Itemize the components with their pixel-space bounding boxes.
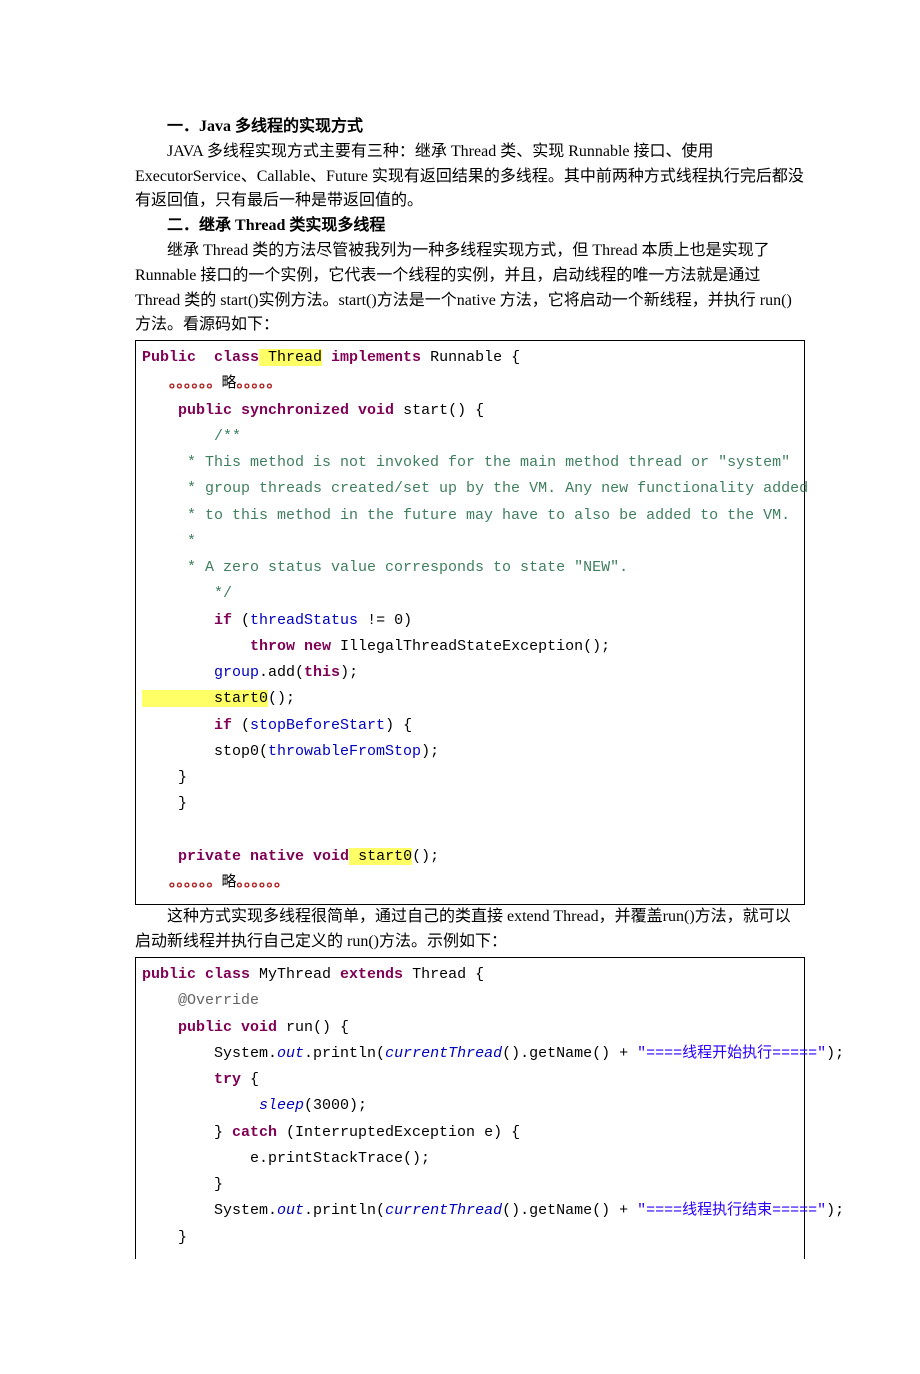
it-out2: out bbox=[277, 1202, 304, 1219]
txt-add: .add( bbox=[259, 664, 304, 681]
txt-runnable: Runnable { bbox=[421, 349, 520, 366]
kw-throw: throw bbox=[142, 638, 295, 655]
txt-println2: .println( bbox=[304, 1202, 385, 1219]
document-page: 一．Java 多线程的实现方式 JAVA 多线程实现方式主要有三种：继承 Thr… bbox=[0, 0, 920, 1374]
code-block-2: public class MyThread extends Thread { @… bbox=[135, 957, 805, 1259]
kw-void: void bbox=[349, 402, 394, 419]
txt-paren2: ( bbox=[232, 717, 250, 734]
txt-exception: IllegalThreadStateException(); bbox=[331, 638, 610, 655]
it-out1: out bbox=[277, 1045, 304, 1062]
txt-thread2: Thread { bbox=[403, 966, 484, 983]
it-cur1: currentThread bbox=[385, 1045, 502, 1062]
kw-try: try bbox=[142, 1071, 241, 1088]
it-sleep: sleep bbox=[142, 1097, 304, 1114]
txt-omit2: 略 bbox=[222, 874, 237, 891]
code-block-1: Public class Thread implements Runnable … bbox=[135, 340, 805, 905]
kw-sync: synchronized bbox=[232, 402, 349, 419]
cm-l5: * This method is not invoked for the mai… bbox=[142, 454, 790, 471]
kw-class2: class bbox=[196, 966, 250, 983]
err-dots4: 。。。。。。 bbox=[237, 874, 290, 891]
kw-if2: if bbox=[142, 717, 232, 734]
kw-this: this bbox=[304, 664, 340, 681]
txt-intexc: (InterruptedException e) { bbox=[277, 1124, 520, 1141]
heading-1: 一．Java 多线程的实现方式 bbox=[135, 115, 805, 140]
fld-threadstatus: threadStatus bbox=[250, 612, 358, 629]
kw-public4: public bbox=[142, 1019, 232, 1036]
kw-public3: public bbox=[142, 966, 196, 983]
kw-public: Public bbox=[142, 349, 196, 366]
txt-sys1: System. bbox=[142, 1045, 277, 1062]
kw-public2: public bbox=[142, 402, 232, 419]
fld-stopbefore: stopBeforeStart bbox=[250, 717, 385, 734]
txt-run: run() { bbox=[277, 1019, 349, 1036]
txt-paren1: ( bbox=[232, 612, 250, 629]
kw-extends: extends bbox=[340, 966, 403, 983]
hl-thread: Thread bbox=[259, 349, 322, 366]
cm-l7: * to this method in the future may have … bbox=[142, 507, 790, 524]
it-cur2: currentThread bbox=[385, 1202, 502, 1219]
kw-implements: implements bbox=[322, 349, 421, 366]
err-dots3: 。。。。。。 bbox=[142, 874, 222, 891]
txt-neq: != 0) bbox=[358, 612, 412, 629]
txt-println1: .println( bbox=[304, 1045, 385, 1062]
txt-getname2: ().getName() + bbox=[502, 1202, 637, 1219]
str-begin: "====线程开始执行=====" bbox=[637, 1045, 826, 1062]
txt-getname1: ().getName() + bbox=[502, 1045, 637, 1062]
str-end: "====线程执行结束=====" bbox=[637, 1202, 826, 1219]
txt-stack: e.printStackTrace(); bbox=[142, 1150, 430, 1167]
err-dots2: 。。。。。 bbox=[237, 375, 282, 392]
cm-l4: /** bbox=[142, 428, 241, 445]
txt-brace1: } bbox=[142, 769, 187, 786]
heading-2-latin: Thread bbox=[235, 217, 285, 234]
fld-group: group bbox=[142, 664, 259, 681]
heading-1-number: 一． bbox=[167, 118, 199, 135]
cm-l8: * bbox=[142, 533, 196, 550]
txt-call1: (); bbox=[268, 690, 295, 707]
kw-if1: if bbox=[142, 612, 232, 629]
txt-mythread: MyThread bbox=[250, 966, 340, 983]
txt-cp1: ); bbox=[340, 664, 358, 681]
kw-void2: void bbox=[304, 848, 349, 865]
heading-2-rest: 类实现多线程 bbox=[285, 217, 385, 234]
txt-brace5: } bbox=[142, 1176, 223, 1193]
kw-native: native bbox=[241, 848, 304, 865]
kw-catch: catch bbox=[232, 1124, 277, 1141]
txt-brace3: { bbox=[241, 1071, 259, 1088]
kw-void3: void bbox=[232, 1019, 277, 1036]
txt-omit1: 略 bbox=[222, 375, 237, 392]
cm-l9: * A zero status value corresponds to sta… bbox=[142, 559, 628, 576]
fld-throwable: throwableFromStop bbox=[268, 743, 421, 760]
heading-2-part1: 二．继承 bbox=[167, 217, 235, 234]
cm-l10: */ bbox=[142, 585, 232, 602]
heading-2: 二．继承 Thread 类实现多线程 bbox=[135, 214, 805, 239]
txt-cp3: ); bbox=[421, 743, 439, 760]
txt-brace2: } bbox=[142, 795, 187, 812]
txt-3000: (3000); bbox=[304, 1097, 367, 1114]
kw-class: class bbox=[196, 349, 259, 366]
txt-sys2: System. bbox=[142, 1202, 277, 1219]
heading-1-rest: 多线程的实现方式 bbox=[231, 118, 363, 135]
txt-stop0: stop0( bbox=[142, 743, 268, 760]
txt-end1: ); bbox=[826, 1045, 844, 1062]
txt-cp2: ) { bbox=[385, 717, 412, 734]
hl-start0b: start0 bbox=[349, 848, 412, 865]
paragraph-2: 继承 Thread 类的方法尽管被我列为一种多线程实现方式，但 Thread 本… bbox=[135, 239, 805, 338]
paragraph-3: 这种方式实现多线程很简单，通过自己的类直接 extend Thread，并覆盖r… bbox=[135, 905, 805, 955]
err-dots1: 。。。。。。 bbox=[142, 375, 222, 392]
txt-brace4: } bbox=[142, 1124, 232, 1141]
txt-brace6: } bbox=[142, 1229, 187, 1246]
paragraph-1: JAVA 多线程实现方式主要有三种：继承 Thread 类、实现 Runnabl… bbox=[135, 140, 805, 214]
kw-new: new bbox=[295, 638, 331, 655]
hl-start0a: start0 bbox=[142, 690, 268, 707]
kw-private: private bbox=[142, 848, 241, 865]
txt-start: start() { bbox=[394, 402, 484, 419]
cm-l6: * group threads created/set up by the VM… bbox=[142, 480, 808, 497]
anno-override: @Override bbox=[142, 992, 259, 1009]
txt-end2: ); bbox=[826, 1202, 844, 1219]
txt-call2: (); bbox=[412, 848, 439, 865]
heading-1-latin: Java bbox=[199, 118, 231, 135]
